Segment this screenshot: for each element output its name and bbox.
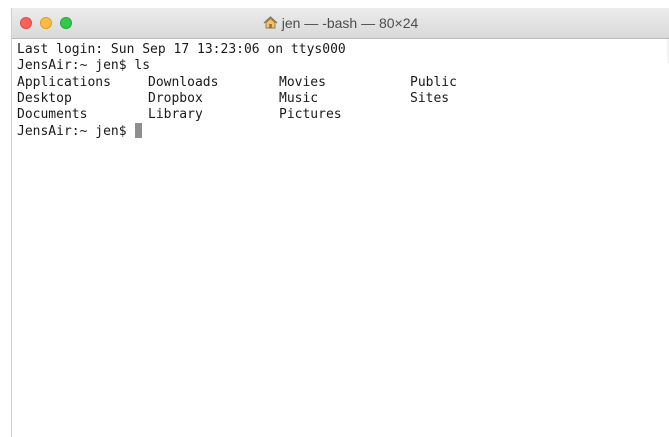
- title-bar[interactable]: jen — -bash — 80×24: [12, 8, 669, 39]
- prompt-line[interactable]: JensAir:~ jen$: [17, 123, 669, 139]
- last-login-line: Last login: Sun Sep 17 13:23:06 on ttys0…: [17, 42, 346, 57]
- listing-entry: Desktop: [17, 90, 72, 106]
- home-icon: [263, 16, 278, 29]
- listing-entry: Pictures: [279, 107, 342, 123]
- text-cursor: [135, 123, 143, 139]
- listing-row: Documents Library Pictures: [17, 107, 669, 123]
- terminal-output[interactable]: Last login: Sun Sep 17 13:23:06 on ttys0…: [17, 42, 669, 140]
- listing-entry: Sites: [410, 90, 450, 106]
- listing-entry: Dropbox: [148, 90, 203, 106]
- listing-entry: Downloads: [148, 74, 219, 90]
- listing-entry: Public: [410, 74, 457, 90]
- terminal-window: jen — -bash — 80×24 Last login: Sun Sep …: [11, 8, 669, 437]
- window-title: jen — -bash — 80×24: [12, 15, 669, 31]
- listing-entry: Movies: [279, 74, 326, 90]
- listing-entry: Library: [148, 107, 203, 123]
- listing-entry: Documents: [17, 107, 88, 123]
- command-line: JensAir:~ jen$ ls: [17, 58, 151, 74]
- listing-entry: Music: [279, 90, 319, 106]
- listing-row: Applications Downloads Movies Public: [17, 75, 669, 91]
- window-title-text: jen — -bash — 80×24: [281, 15, 419, 31]
- listing-entry: Applications: [17, 74, 111, 90]
- listing-row: Desktop Dropbox Music Sites: [17, 91, 669, 107]
